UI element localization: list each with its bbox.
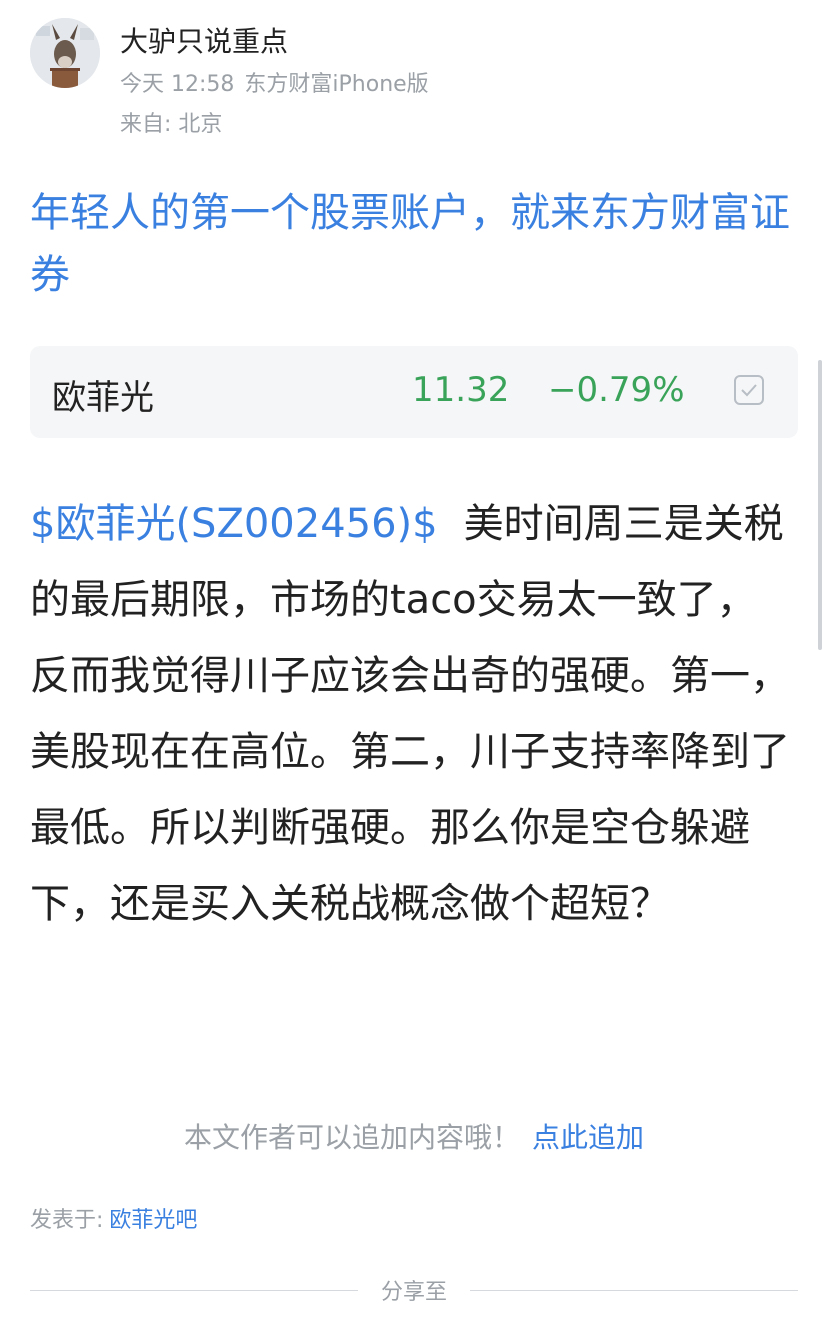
avatar[interactable]: [30, 18, 100, 88]
donkey-avatar-icon: [30, 18, 100, 88]
post-header: 大驴只说重点 今天 12:58 东方财富iPhone版 来自: 北京: [30, 18, 790, 138]
quote-stock-name: 欧菲光: [52, 378, 154, 418]
share-divider-right: [470, 1290, 798, 1291]
add-watchlist-checkbox[interactable]: [734, 375, 764, 405]
append-content-link[interactable]: 点此追加: [532, 1121, 644, 1154]
published-label: 发表于:: [30, 1208, 104, 1233]
post-location: 来自: 北京: [120, 112, 223, 137]
author-name[interactable]: 大驴只说重点: [120, 20, 288, 60]
post-body: $欧菲光(SZ002456)$ 美时间周三是关税的最后期限，市场的taco交易太一…: [30, 486, 790, 942]
post-body-text: 美时间周三是关税的最后期限，市场的taco交易太一致了，反而我觉得川子应该会出奇…: [30, 501, 790, 927]
append-content-row: 本文作者可以追加内容哦！ 点此追加: [0, 1116, 828, 1156]
append-prompt: 本文作者可以追加内容哦！: [183, 1121, 520, 1154]
check-icon: [741, 384, 757, 397]
post-client: 东方财富iPhone版: [244, 72, 429, 97]
stock-tag-link[interactable]: $欧菲光(SZ002456)$: [30, 501, 438, 547]
forum-link[interactable]: 欧菲光吧: [109, 1208, 197, 1233]
share-divider-left: [30, 1290, 358, 1291]
stock-quote-card[interactable]: 欧菲光 11.32 −0.79%: [30, 346, 798, 438]
promo-headline-link[interactable]: 年轻人的第一个股票账户，就来东方财富证券: [30, 182, 790, 306]
published-in: 发表于: 欧菲光吧: [30, 1202, 197, 1234]
share-divider: 分享至: [30, 1274, 798, 1306]
scrollbar-thumb[interactable]: [818, 360, 822, 650]
post-meta: 今天 12:58 东方财富iPhone版: [120, 66, 429, 98]
share-label: 分享至: [380, 1280, 447, 1305]
quote-price: 11.32: [412, 370, 510, 410]
post-time: 今天 12:58: [120, 72, 235, 97]
quote-change: −0.79%: [548, 370, 685, 410]
